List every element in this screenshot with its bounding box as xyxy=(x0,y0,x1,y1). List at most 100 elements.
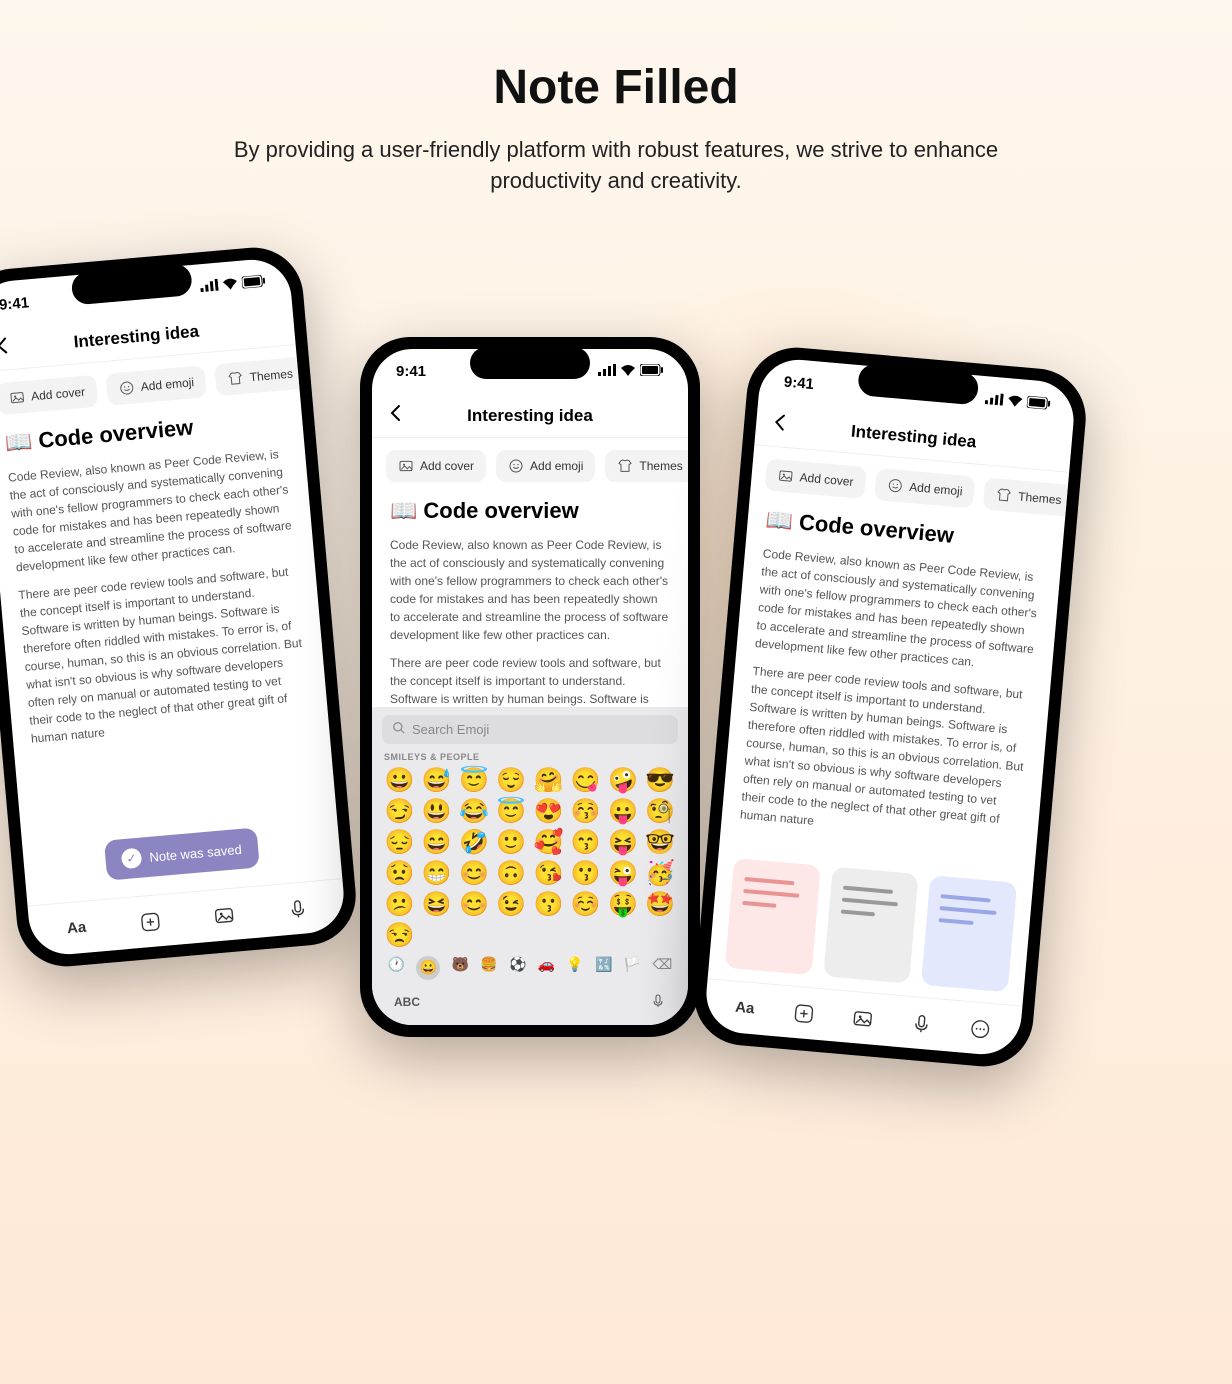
status-time: 9:41 xyxy=(396,363,426,380)
emoji-item[interactable]: 😅 xyxy=(422,766,452,795)
emoji-item[interactable]: 😗 xyxy=(571,859,601,888)
emoji-item[interactable]: 🤗 xyxy=(534,766,564,795)
emoji-item[interactable]: 🥰 xyxy=(534,828,564,857)
emoji-item[interactable]: 🤣 xyxy=(459,828,489,857)
mic-button[interactable] xyxy=(286,896,310,920)
emoji-item[interactable]: 😁 xyxy=(422,859,452,888)
emoji-item[interactable]: 😉 xyxy=(496,890,526,919)
add-button[interactable] xyxy=(792,1001,816,1025)
more-button[interactable] xyxy=(969,1016,993,1040)
add-button[interactable] xyxy=(138,909,162,933)
emoji-category-tabs: 🕐 😀 🐻 🍔 ⚽ 🚗 💡 🔣 🏳️ ⌫ xyxy=(382,950,678,986)
keyboard-bottom-row: ABC xyxy=(382,986,678,1019)
emoji-item[interactable]: 😍 xyxy=(534,797,564,826)
emoji-item[interactable]: 🤑 xyxy=(608,890,638,919)
travel-tab[interactable]: 🚗 xyxy=(538,956,555,980)
emoji-search-input[interactable]: Search Emoji xyxy=(382,715,678,744)
add-cover-button[interactable]: Add cover xyxy=(764,458,866,499)
emoji-item[interactable]: 😌 xyxy=(496,766,526,795)
add-emoji-button[interactable]: Add emoji xyxy=(106,365,208,406)
abc-button[interactable]: ABC xyxy=(394,995,420,1009)
add-emoji-button[interactable]: Add emoji xyxy=(496,450,595,482)
mic-button[interactable] xyxy=(910,1011,934,1035)
status-time: 9:41 xyxy=(0,293,30,313)
status-icons xyxy=(984,390,1051,413)
emoji-item[interactable]: 🥳 xyxy=(645,859,675,888)
emoji-item[interactable]: 😚 xyxy=(571,797,601,826)
theme-option-pink[interactable] xyxy=(725,858,821,975)
emoji-item[interactable]: 😃 xyxy=(422,797,452,826)
wifi-icon xyxy=(1006,392,1023,410)
dictation-button[interactable] xyxy=(650,992,666,1013)
emoji-item[interactable]: ☺️ xyxy=(571,890,601,919)
image-button[interactable] xyxy=(851,1006,875,1030)
theme-option-blue[interactable] xyxy=(921,875,1017,992)
themes-button[interactable]: Themes xyxy=(983,477,1069,517)
emoji-item[interactable]: 😟 xyxy=(385,859,415,888)
note-paragraph: Code Review, also known as Peer Code Rev… xyxy=(7,444,295,576)
search-icon xyxy=(392,721,406,738)
recent-tab[interactable]: 🕐 xyxy=(388,956,405,980)
emoji-item[interactable]: 😊 xyxy=(459,890,489,919)
emoji-item[interactable]: 😔 xyxy=(385,828,415,857)
emoji-item[interactable]: 😝 xyxy=(608,828,638,857)
battery-icon xyxy=(1026,394,1051,413)
shirt-icon xyxy=(227,369,244,386)
emoji-item[interactable]: 🤪 xyxy=(608,766,638,795)
book-icon: 📖 xyxy=(4,428,34,456)
book-icon: 📖 xyxy=(765,506,795,534)
emoji-item[interactable]: 😎 xyxy=(645,766,675,795)
image-button[interactable] xyxy=(212,903,236,927)
animals-tab[interactable]: 🐻 xyxy=(452,956,469,980)
emoji-item[interactable]: 😂 xyxy=(459,797,489,826)
add-cover-button[interactable]: Add cover xyxy=(386,450,486,482)
emoji-item[interactable]: 🤩 xyxy=(645,890,675,919)
delete-button[interactable]: ⌫ xyxy=(653,956,673,980)
objects-tab[interactable]: 💡 xyxy=(566,956,583,980)
smileys-tab[interactable]: 😀 xyxy=(416,956,440,980)
text-style-button[interactable]: Aa xyxy=(733,996,757,1020)
emoji-item[interactable]: 😛 xyxy=(608,797,638,826)
emoji-item[interactable]: 🙃 xyxy=(496,859,526,888)
emoji-item[interactable]: 😋 xyxy=(571,766,601,795)
themes-button[interactable]: Themes xyxy=(605,450,688,482)
emoji-item[interactable]: 😄 xyxy=(422,828,452,857)
add-emoji-button[interactable]: Add emoji xyxy=(874,468,976,509)
emoji-item[interactable]: 🧐 xyxy=(645,797,675,826)
emoji-item[interactable]: 😕 xyxy=(385,890,415,919)
phone-mockup-left: 9:41 Interesting idea xyxy=(0,243,360,970)
screen-title: Interesting idea xyxy=(386,406,674,426)
themes-button[interactable]: Themes xyxy=(214,356,300,396)
signal-icon xyxy=(984,390,1003,409)
note-heading: 📖Code overview xyxy=(390,498,670,524)
emoji-item[interactable]: 🙂 xyxy=(496,828,526,857)
add-cover-button[interactable]: Add cover xyxy=(0,374,98,415)
text-style-button[interactable]: Aa xyxy=(65,916,89,940)
note-content[interactable]: 📖Code overview Code Review, also known a… xyxy=(718,501,1064,884)
note-content[interactable]: 📖Code overview Code Review, also known a… xyxy=(372,494,688,707)
activity-tab[interactable]: ⚽ xyxy=(509,956,526,980)
battery-icon xyxy=(640,363,664,380)
food-tab[interactable]: 🍔 xyxy=(480,956,497,980)
emoji-item[interactable]: 😗 xyxy=(534,890,564,919)
emoji-item[interactable]: 😜 xyxy=(608,859,638,888)
emoji-item[interactable]: 😆 xyxy=(422,890,452,919)
emoji-item[interactable]: 😇 xyxy=(496,797,526,826)
theme-option-gray[interactable] xyxy=(823,866,919,983)
emoji-item[interactable]: 😒 xyxy=(385,921,415,950)
emoji-item[interactable]: 😏 xyxy=(385,797,415,826)
shirt-icon xyxy=(617,458,633,474)
emoji-item[interactable]: 😇 xyxy=(459,766,489,795)
emoji-item[interactable]: 😘 xyxy=(534,859,564,888)
note-paragraph: Code Review, also known as Peer Code Rev… xyxy=(390,536,670,644)
emoji-item[interactable]: 😊 xyxy=(459,859,489,888)
signal-icon xyxy=(200,277,219,296)
emoji-item[interactable]: 😀 xyxy=(385,766,415,795)
hero-section: Note Filled By providing a user-friendly… xyxy=(0,0,1232,197)
symbols-tab[interactable]: 🔣 xyxy=(595,956,612,980)
emoji-item[interactable]: 🤓 xyxy=(645,828,675,857)
hero-title: Note Filled xyxy=(0,60,1232,115)
flags-tab[interactable]: 🏳️ xyxy=(624,956,641,980)
emoji-item[interactable]: 😙 xyxy=(571,828,601,857)
note-content[interactable]: 📖Code overview Code Review, also known a… xyxy=(0,401,342,906)
